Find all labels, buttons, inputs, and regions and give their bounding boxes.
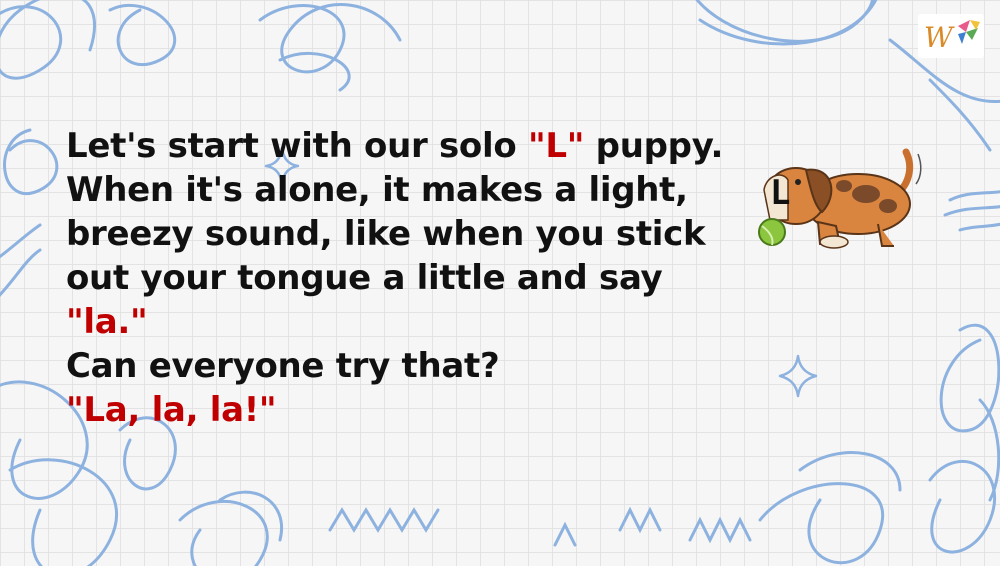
text-line-4: out your tongue a little and say (66, 258, 663, 298)
text-line-2: When it's alone, it makes a light, (66, 170, 688, 210)
text-line-5-highlight: "la." (66, 302, 148, 342)
w-logo-icon: W (924, 20, 980, 54)
puppy-with-ball-icon: L (758, 148, 922, 249)
brand-logo: W (918, 14, 984, 58)
text-line-7-highlight: "La, la, la!" (66, 390, 277, 430)
highlight-letter-l: "L" (527, 126, 585, 166)
text-line-3: breezy sound, like when you stick (66, 214, 706, 254)
sparkle-icon (778, 354, 818, 398)
lesson-text: Let's start with our solo "L" puppy. Whe… (66, 124, 756, 432)
text-line-6: Can everyone try that? (66, 346, 500, 386)
svg-text:W: W (924, 21, 955, 54)
puppy-illustration: L (748, 146, 928, 258)
puppy-letter-l: L (770, 173, 790, 213)
text-line-1: Let's start with our solo "L" puppy. (66, 126, 724, 166)
